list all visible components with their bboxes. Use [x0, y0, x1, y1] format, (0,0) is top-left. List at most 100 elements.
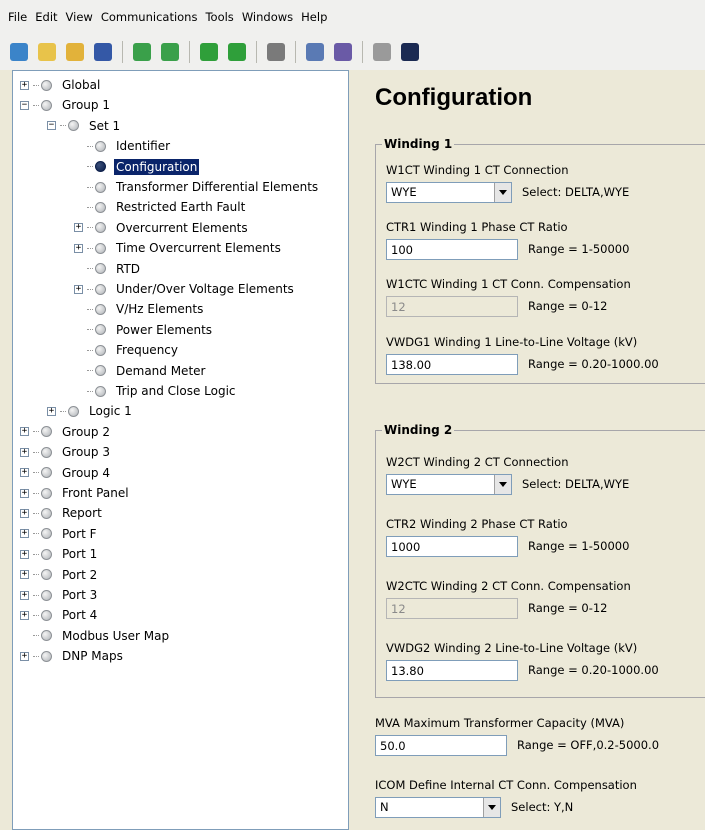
tree-item-front-panel[interactable]: + Front Panel — [20, 483, 131, 503]
meter-icon[interactable] — [373, 43, 391, 61]
ctr1-input[interactable]: 100 — [386, 238, 518, 260]
vwdg2-input[interactable]: 13.80 — [386, 659, 518, 681]
ctr1-hint: Range = 1-50000 — [528, 242, 630, 256]
tree-item-port-2[interactable]: + Port 2 — [20, 565, 99, 585]
mva-input[interactable]: 50.0 — [375, 734, 507, 756]
tree-item-group-3[interactable]: + Group 3 — [20, 442, 112, 462]
tree-item-label: Port 1 — [62, 547, 98, 562]
menu-help[interactable]: Help — [297, 8, 331, 26]
expand-icon[interactable]: + — [74, 243, 83, 253]
tree-item-trip-and-close-logic[interactable]: Trip and Close Logic — [74, 381, 238, 401]
ctr2-label: CTR2 Winding 2 Phase CT Ratio — [386, 517, 568, 531]
menu-file[interactable]: File — [4, 8, 31, 26]
dropdown-arrow-icon[interactable] — [494, 474, 511, 494]
expand-icon[interactable]: + — [20, 529, 29, 539]
tree-item-label: Front Panel — [62, 486, 129, 500]
ctr2-setting: CTR2 Winding 2 Phase CT Ratio 1000 Range… — [386, 517, 705, 557]
tree-item-power-elements[interactable]: Power Elements — [74, 320, 214, 340]
new-file-icon[interactable] — [38, 43, 56, 61]
tree-item-port-3[interactable]: + Port 3 — [20, 585, 99, 605]
menu-view[interactable]: View — [62, 8, 97, 26]
menu-windows[interactable]: Windows — [238, 8, 297, 26]
tree-item-group-1[interactable]: − Group 1 — [20, 95, 112, 115]
tree-item-set-1[interactable]: − Set 1 — [47, 116, 122, 136]
expand-icon[interactable]: + — [20, 610, 29, 620]
expand-icon[interactable]: + — [20, 590, 29, 600]
expand-icon[interactable]: + — [20, 508, 29, 518]
vwdg1-input[interactable]: 138.00 — [386, 353, 518, 375]
tree-item-label: Group 4 — [62, 465, 110, 480]
w2ct-select[interactable]: WYE — [386, 473, 512, 495]
vwdg1-label: VWDG1 Winding 1 Line-to-Line Voltage (kV… — [386, 335, 638, 349]
tree-item-group-2[interactable]: + Group 2 — [20, 422, 112, 442]
tree-item-modbus-user-map[interactable]: Modbus User Map — [20, 626, 171, 646]
tree-item-port-1[interactable]: + Port 1 — [20, 544, 99, 564]
expand-icon[interactable]: + — [74, 284, 83, 294]
home-icon[interactable] — [10, 43, 28, 61]
ctr2-input[interactable]: 1000 — [386, 535, 518, 557]
export-icon[interactable] — [161, 43, 179, 61]
tree-item-frequency[interactable]: Frequency — [74, 340, 180, 360]
menu-edit[interactable]: Edit — [31, 8, 61, 26]
tree-item-report[interactable]: + Report — [20, 503, 104, 523]
icom-setting: ICOM Define Internal CT Conn. Compensati… — [375, 778, 705, 818]
expand-icon[interactable]: + — [20, 447, 29, 457]
w2ctc-hint: Range = 0-12 — [528, 601, 608, 615]
dropdown-arrow-icon[interactable] — [494, 182, 511, 202]
tree-item-dnp-maps[interactable]: + DNP Maps — [20, 646, 125, 666]
tree-item-time-overcurrent-elements[interactable]: + Time Overcurrent Elements — [74, 238, 283, 258]
tree-item-port-f[interactable]: + Port F — [20, 524, 99, 544]
tree-item-transformer-differential-elements[interactable]: Transformer Differential Elements — [74, 177, 320, 197]
expand-icon[interactable]: + — [20, 427, 29, 437]
menu-tools[interactable]: Tools — [201, 8, 237, 26]
upload-icon[interactable] — [228, 43, 246, 61]
open-folder-icon[interactable] — [66, 43, 84, 61]
tree-item-label: Identifier — [116, 139, 171, 154]
tree-item-rtd[interactable]: RTD — [74, 259, 142, 279]
collapse-icon[interactable]: − — [47, 121, 56, 131]
report-icon[interactable] — [334, 43, 352, 61]
terminal-icon[interactable] — [401, 43, 419, 61]
tree-item-port-4[interactable]: + Port 4 — [20, 605, 99, 625]
tree-item-global[interactable]: + Global — [20, 75, 102, 95]
tree-item-configuration[interactable]: Configuration — [74, 157, 200, 177]
compare-icon[interactable] — [306, 43, 324, 61]
collapse-icon[interactable]: − — [20, 100, 29, 110]
expand-icon[interactable]: + — [20, 80, 29, 90]
icom-select[interactable]: N — [375, 796, 501, 818]
w1ct-label: W1CT Winding 1 CT Connection — [386, 163, 569, 177]
expand-icon[interactable]: + — [20, 549, 29, 559]
save-icon[interactable] — [94, 43, 112, 61]
spell-check-icon[interactable] — [267, 43, 285, 61]
dropdown-arrow-icon[interactable] — [483, 797, 500, 817]
settings-tree[interactable]: + Global − Group 1− Set 1 Identifier Configura… — [12, 70, 349, 830]
tree-item-group-4[interactable]: + Group 4 — [20, 463, 112, 483]
download-icon[interactable] — [200, 43, 218, 61]
menu-communications[interactable]: Communications — [97, 8, 202, 26]
expand-icon[interactable]: + — [47, 406, 56, 416]
w1ctc-hint: Range = 0-12 — [528, 299, 608, 313]
tree-item-restricted-earth-fault[interactable]: Restricted Earth Fault — [74, 197, 247, 217]
expand-icon[interactable]: + — [74, 223, 83, 233]
expand-icon[interactable]: + — [20, 570, 29, 580]
tree-item-v-hz-elements[interactable]: V/Hz Elements — [74, 299, 205, 319]
ctr1-label: CTR1 Winding 1 Phase CT Ratio — [386, 220, 568, 234]
icom-hint: Select: Y,N — [511, 800, 574, 814]
tree-item-under-over-voltage-elements[interactable]: + Under/Over Voltage Elements — [74, 279, 296, 299]
tree-item-logic-1[interactable]: + Logic 1 — [47, 401, 134, 421]
expand-icon[interactable]: + — [20, 468, 29, 478]
status-dot-icon — [95, 344, 106, 356]
tree-item-demand-meter[interactable]: Demand Meter — [74, 361, 207, 381]
expand-icon[interactable]: + — [20, 488, 29, 498]
status-dot-icon — [41, 487, 52, 499]
winding-2-group: Winding 2 W2CT Winding 2 CT Connection W… — [375, 423, 705, 698]
status-dot-icon — [41, 569, 52, 581]
tree-item-overcurrent-elements[interactable]: + Overcurrent Elements — [74, 218, 250, 238]
tree-item-label: Overcurrent Elements — [116, 220, 248, 235]
status-dot-icon — [95, 303, 106, 315]
status-dot-icon — [68, 120, 79, 132]
import-icon[interactable] — [133, 43, 151, 61]
expand-icon[interactable]: + — [20, 651, 29, 661]
w1ct-select[interactable]: WYE — [386, 181, 512, 203]
tree-item-identifier[interactable]: Identifier — [74, 136, 172, 156]
